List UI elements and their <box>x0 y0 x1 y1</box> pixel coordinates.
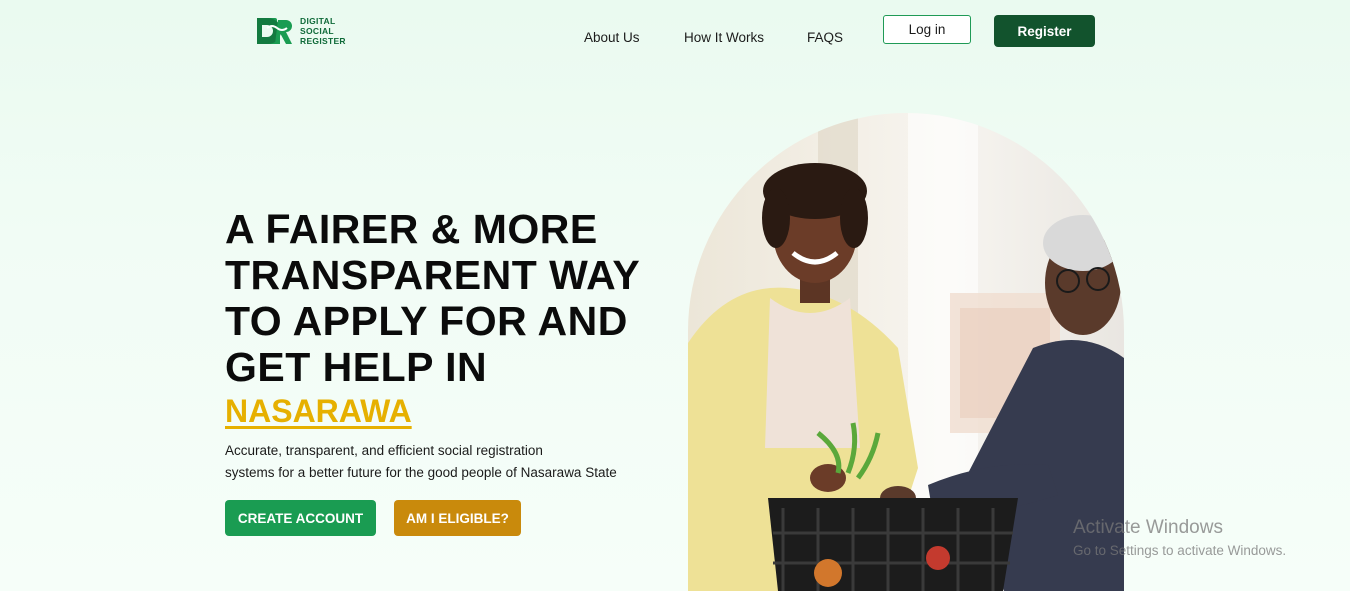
dsr-logo-icon <box>256 16 296 46</box>
brand-logo[interactable]: DIGITAL SOCIAL REGISTER <box>256 16 346 46</box>
windows-activation-watermark: Activate Windows Go to Settings to activ… <box>1073 517 1286 558</box>
hero-description: Accurate, transparent, and efficient soc… <box>225 440 665 484</box>
brand-name: DIGITAL SOCIAL REGISTER <box>300 16 346 46</box>
nav-link-faqs[interactable]: FAQS <box>807 30 843 45</box>
watermark-subtitle: Go to Settings to activate Windows. <box>1073 543 1287 558</box>
login-button[interactable]: Log in <box>883 15 971 44</box>
am-i-eligible-button[interactable]: AM I ELIGIBLE? <box>394 500 521 536</box>
brand-line-2: SOCIAL <box>300 26 334 36</box>
create-account-button[interactable]: CREATE ACCOUNT <box>225 500 376 536</box>
brand-line-3: REGISTER <box>300 36 346 46</box>
hero-description-line-1: Accurate, transparent, and efficient soc… <box>225 443 543 458</box>
register-button[interactable]: Register <box>994 15 1095 47</box>
hero-heading: A FAIRER & MORE TRANSPARENT WAY TO APPLY… <box>225 206 640 390</box>
hero-state-name[interactable]: NASARAWA <box>225 393 412 430</box>
hero-photo <box>688 113 1124 591</box>
nav-link-how-it-works[interactable]: How It Works <box>684 30 764 45</box>
hero-photo-illustration <box>688 113 1124 591</box>
brand-line-1: DIGITAL <box>300 16 336 26</box>
nav-link-about-us[interactable]: About Us <box>584 30 640 45</box>
hero-description-line-2: systems for a better future for the good… <box>225 465 617 480</box>
watermark-title: Activate Windows <box>1073 517 1223 538</box>
